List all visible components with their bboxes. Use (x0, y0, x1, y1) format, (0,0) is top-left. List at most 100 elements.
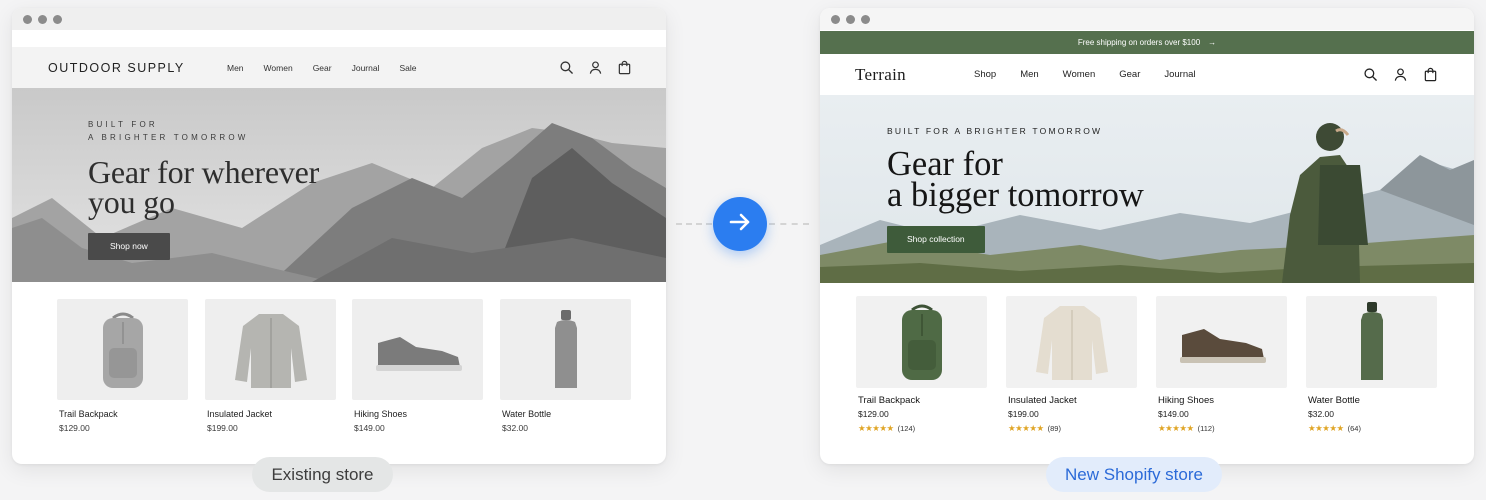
product-card[interactable]: Water Bottle $32.00 ★★★★★ (64) (1306, 296, 1437, 434)
hero-text: BUILT FOR A BRIGHTER TOMORROW Gear for a… (887, 126, 1144, 253)
nav-link-journal[interactable]: Journal (352, 63, 380, 73)
comparison-stage: OUTDOOR SUPPLY Men Women Gear Journal Sa… (0, 0, 1486, 500)
nav-link-gear[interactable]: Gear (1119, 69, 1140, 80)
product-name[interactable]: Trail Backpack (858, 395, 987, 406)
nav-link-men[interactable]: Men (1020, 69, 1038, 80)
product-price: $32.00 (502, 423, 528, 433)
headline-line: you go (88, 184, 175, 220)
connector-line (676, 223, 712, 225)
product-name[interactable]: Water Bottle (502, 409, 631, 419)
product-rating: ★★★★★ (112) (1158, 423, 1287, 434)
product-rating: ★★★★★ (64) (1308, 423, 1437, 434)
shoe-icon (1179, 329, 1266, 363)
product-rating: ★★★★★ (124) (858, 423, 987, 434)
hero-banner: BUILT FOR A BRIGHTER TOMORROW Gear for a… (820, 95, 1474, 283)
product-price: $149.00 (1158, 409, 1189, 419)
product-rating: ★★★★★ (89) (1008, 423, 1137, 434)
hero-eyebrow: BUILT FOR A BRIGHTER TOMORROW (88, 119, 319, 144)
window-chrome (820, 8, 1474, 30)
announcement-bar[interactable]: Free shipping on orders over $100 → (820, 31, 1474, 54)
bottle-icon (554, 309, 577, 388)
window-chrome (12, 8, 666, 30)
backpack-icon (901, 304, 942, 380)
product-card[interactable]: Insulated Jacket $199.00 ★★★★★ (89) (1006, 296, 1137, 434)
hero-banner: BUILT FOR A BRIGHTER TOMORROW Gear for w… (12, 88, 666, 282)
nav-link-men[interactable]: Men (227, 63, 244, 73)
product-name[interactable]: Hiking Shoes (1158, 395, 1287, 406)
product-price: $199.00 (1008, 409, 1039, 419)
nav-link-journal[interactable]: Journal (1164, 69, 1195, 80)
account-icon[interactable] (588, 60, 603, 75)
shop-now-button[interactable]: Shop now (88, 233, 170, 260)
star-rating-icon: ★★★★★ (1308, 423, 1344, 433)
headline-line: a bigger tomorrow (887, 176, 1144, 214)
product-image-jacket[interactable] (205, 299, 336, 400)
product-image-shoes[interactable] (352, 299, 483, 400)
store-logo[interactable]: Terrain (855, 65, 906, 85)
new-store-window: Free shipping on orders over $100 → Terr… (820, 8, 1474, 464)
eyebrow-line: A BRIGHTER TOMORROW (88, 132, 249, 142)
star-rating-icon: ★★★★★ (1158, 423, 1194, 433)
bag-icon[interactable] (617, 60, 632, 75)
nav-link-women[interactable]: Women (264, 63, 293, 73)
jacket-icon (234, 313, 307, 388)
nav-icons (1363, 67, 1438, 82)
window-dot (846, 14, 855, 24)
arrow-right-icon: → (1208, 38, 1217, 47)
hero-text: BUILT FOR A BRIGHTER TOMORROW Gear for w… (88, 119, 319, 260)
product-card[interactable]: Trail Backpack $129.00 ★★★★★ (124) (856, 296, 987, 434)
nav-link-gear[interactable]: Gear (313, 63, 332, 73)
nav-icons (559, 60, 632, 75)
product-name[interactable]: Insulated Jacket (1008, 395, 1137, 406)
product-card[interactable]: Trail Backpack $129.00 (57, 299, 188, 433)
new-store-label: New Shopify store (1046, 457, 1222, 492)
product-name[interactable]: Trail Backpack (59, 409, 188, 419)
hero-eyebrow: BUILT FOR A BRIGHTER TOMORROW (887, 126, 1103, 136)
product-card[interactable]: Hiking Shoes $149.00 ★★★★★ (112) (1156, 296, 1287, 434)
product-image-backpack[interactable] (57, 299, 188, 400)
search-icon[interactable] (1363, 67, 1378, 82)
nav-links: Shop Men Women Gear Journal (974, 69, 1220, 80)
review-count: (64) (1347, 424, 1361, 433)
transition-arrow (713, 197, 767, 251)
store-logo[interactable]: OUTDOOR SUPPLY (48, 61, 185, 75)
existing-store-window: OUTDOOR SUPPLY Men Women Gear Journal Sa… (12, 8, 666, 464)
hero-headline: Gear for a bigger tomorrow (887, 147, 1144, 214)
product-image-jacket[interactable] (1006, 296, 1137, 388)
product-price: $149.00 (354, 423, 385, 433)
bag-icon[interactable] (1423, 67, 1438, 82)
product-image-bottle[interactable] (500, 299, 631, 400)
connector-line (769, 223, 809, 225)
existing-store-label: Existing store (252, 457, 393, 492)
header-nav: OUTDOOR SUPPLY Men Women Gear Journal Sa… (12, 47, 666, 88)
headline-line: Gear for wherever (88, 154, 320, 190)
nav-link-shop[interactable]: Shop (974, 69, 996, 80)
nav-link-women[interactable]: Women (1063, 69, 1096, 80)
shop-collection-button[interactable]: Shop collection (887, 226, 985, 253)
product-name[interactable]: Insulated Jacket (207, 409, 336, 419)
product-image-backpack[interactable] (856, 296, 987, 388)
bottle-icon (1360, 302, 1383, 380)
product-card[interactable]: Insulated Jacket $199.00 (205, 299, 336, 433)
eyebrow-line: BUILT FOR (88, 120, 158, 129)
nav-links: Men Women Gear Journal Sale (227, 63, 437, 73)
window-dot (831, 14, 840, 24)
product-card[interactable]: Water Bottle $32.00 (500, 299, 631, 433)
search-icon[interactable] (559, 60, 574, 75)
product-image-bottle[interactable] (1306, 296, 1437, 388)
account-icon[interactable] (1393, 67, 1408, 82)
window-dot (53, 14, 62, 24)
review-count: (112) (1197, 424, 1215, 433)
product-price: $129.00 (59, 423, 90, 433)
window-dot (23, 14, 32, 24)
product-price: $129.00 (858, 409, 889, 419)
product-image-shoes[interactable] (1156, 296, 1287, 388)
product-price: $199.00 (207, 423, 238, 433)
product-name[interactable]: Hiking Shoes (354, 409, 483, 419)
backpack-icon (102, 312, 143, 388)
nav-link-sale[interactable]: Sale (399, 63, 416, 73)
product-card[interactable]: Hiking Shoes $149.00 (352, 299, 483, 433)
jacket-icon (1035, 306, 1108, 380)
product-name[interactable]: Water Bottle (1308, 395, 1437, 406)
hero-headline: Gear for wherever you go (88, 154, 320, 220)
